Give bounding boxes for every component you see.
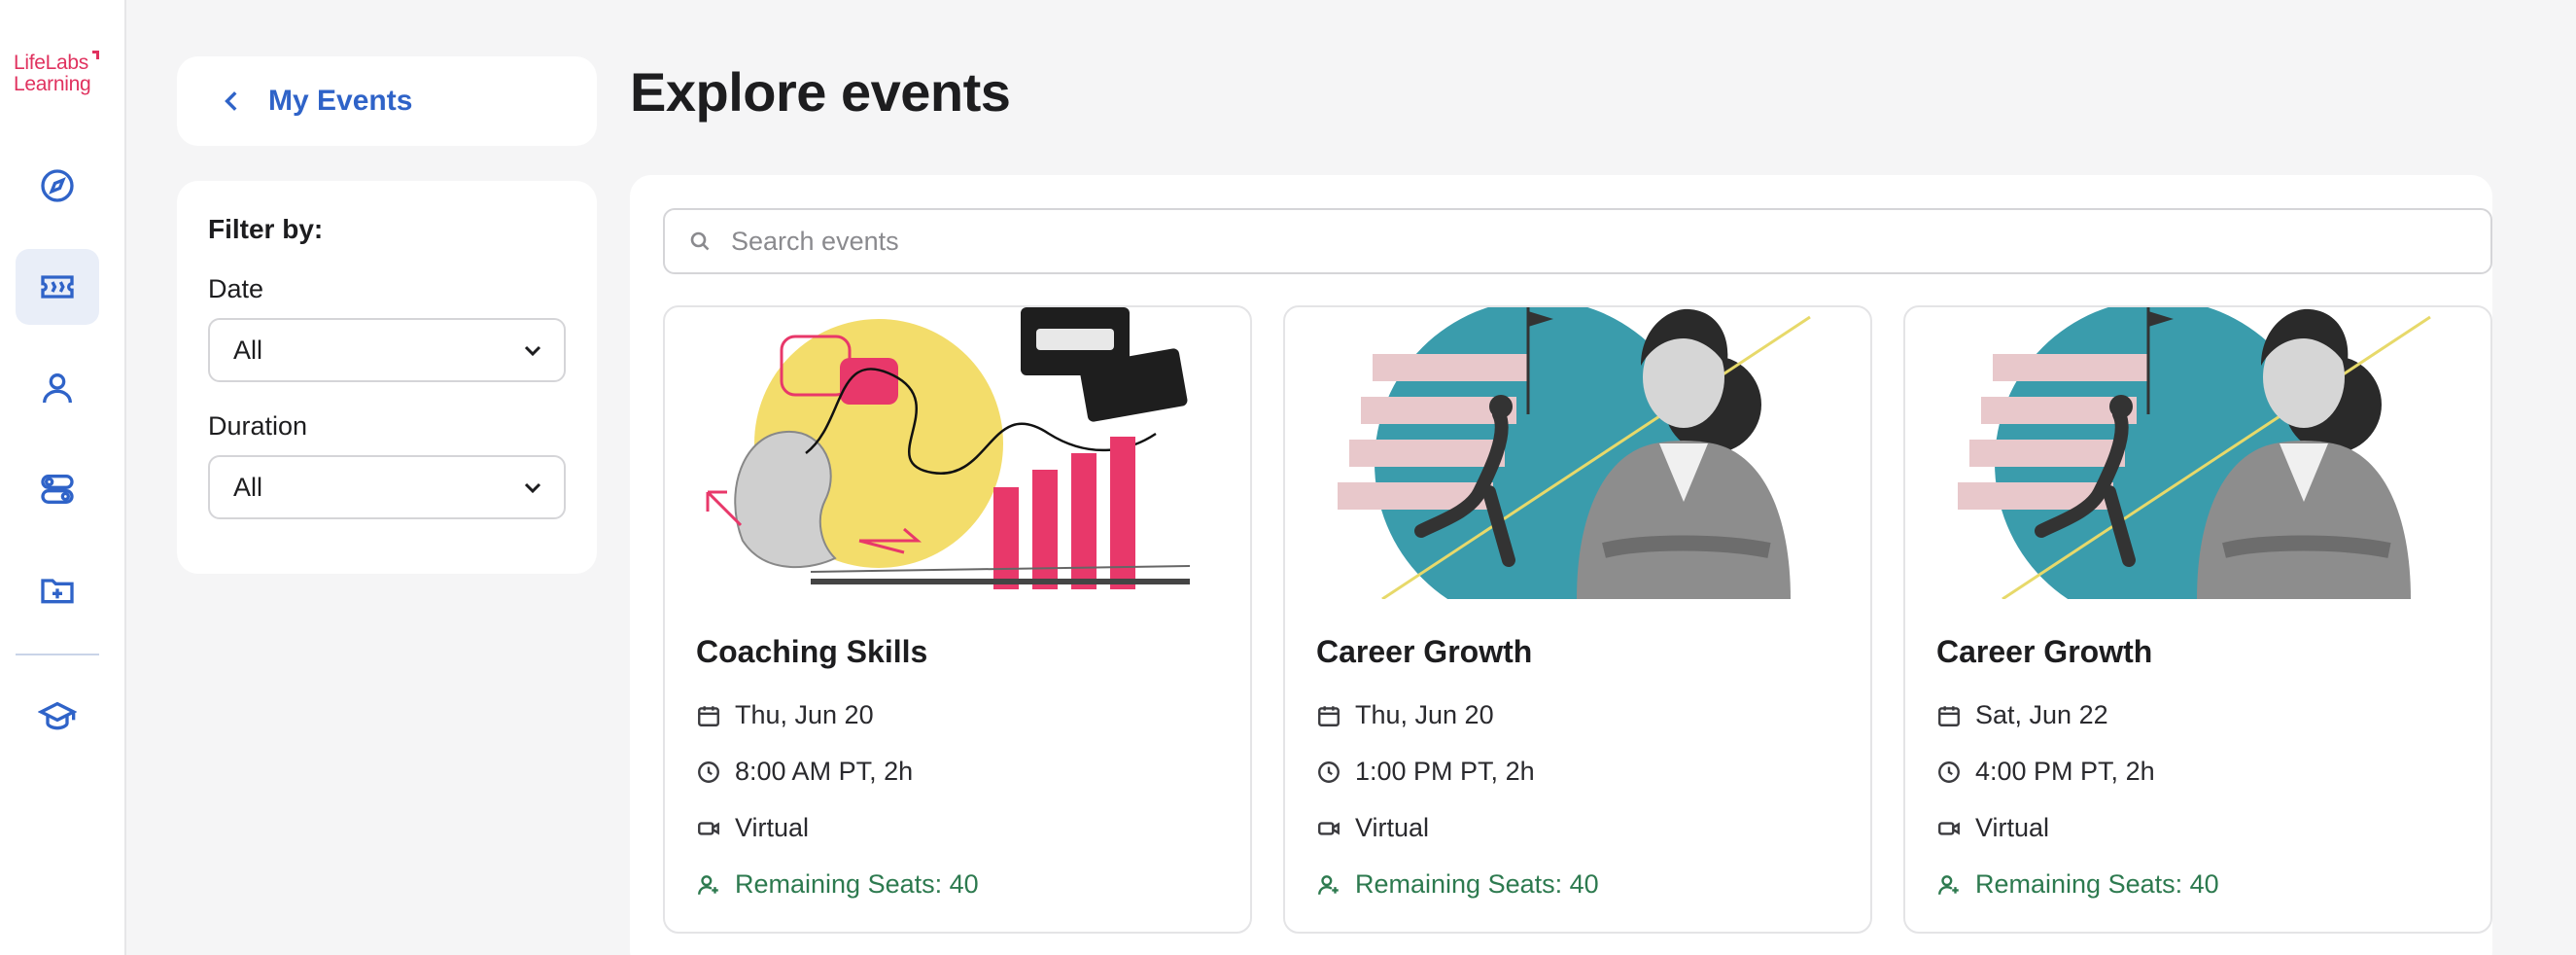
rail-settings-button[interactable]	[16, 451, 99, 527]
ticket-icon	[41, 275, 74, 299]
back-link-label: My Events	[268, 85, 413, 117]
event-card[interactable]: Coaching Skills Thu, Jun 20 8:00 AM PT, …	[663, 305, 1252, 934]
clock-icon	[1938, 760, 1960, 783]
event-date: Sat, Jun 22	[1936, 700, 2108, 730]
filter-title: Filter by:	[208, 214, 324, 244]
event-date: Thu, Jun 20	[696, 700, 874, 730]
rail-events-button[interactable]	[16, 249, 99, 325]
search-icon	[690, 231, 710, 251]
user-plus-icon	[1938, 874, 1959, 895]
chevron-down-icon	[524, 482, 541, 494]
event-card[interactable]: Career Growth Sat, Jun 22 4:00 PM PT, 2h…	[1903, 305, 2492, 934]
video-camera-icon	[1318, 821, 1340, 835]
compass-icon	[41, 169, 74, 202]
video-camera-icon	[1938, 821, 1960, 835]
event-title: Career Growth	[1316, 634, 1533, 669]
event-seats: Remaining Seats: 40	[1936, 869, 2219, 900]
event-image-career-growth	[1905, 307, 2490, 599]
event-format: Virtual	[1936, 813, 2049, 843]
duration-filter-label: Duration	[208, 411, 308, 441]
event-title: Coaching Skills	[696, 634, 928, 669]
event-time-text: 8:00 AM PT, 2h	[735, 757, 914, 786]
clock-icon	[698, 760, 719, 783]
event-date-text: Thu, Jun 20	[1355, 700, 1494, 729]
event-format-text: Virtual	[735, 813, 810, 842]
folder-plus-icon	[41, 579, 74, 604]
event-seats-text: Remaining Seats: 40	[1975, 869, 2219, 899]
video-camera-icon	[698, 821, 719, 835]
event-format-text: Virtual	[1975, 813, 2050, 842]
event-date-text: Sat, Jun 22	[1975, 700, 2108, 729]
chevron-left-icon	[225, 91, 237, 111]
clock-icon	[1318, 760, 1340, 783]
event-card[interactable]: Career Growth Thu, Jun 20 1:00 PM PT, 2h…	[1283, 305, 1872, 934]
rail-content-button[interactable]	[16, 552, 99, 628]
page-title: Explore events	[630, 61, 1011, 123]
event-time: 4:00 PM PT, 2h	[1936, 757, 2155, 787]
event-format: Virtual	[1316, 813, 1429, 843]
user-plus-icon	[698, 874, 718, 895]
my-events-back-link[interactable]: My Events	[177, 56, 597, 146]
event-seats-text: Remaining Seats: 40	[1355, 869, 1599, 899]
rail-explore-button[interactable]	[16, 148, 99, 224]
logo-line-2: Learning	[14, 73, 91, 95]
event-format: Virtual	[696, 813, 809, 843]
rail-profile-button[interactable]	[16, 350, 99, 426]
event-time-text: 1:00 PM PT, 2h	[1355, 757, 1535, 786]
date-filter-label: Date	[208, 274, 264, 303]
event-time: 8:00 AM PT, 2h	[696, 757, 913, 787]
event-time: 1:00 PM PT, 2h	[1316, 757, 1535, 787]
date-filter-select[interactable]: All	[208, 318, 566, 382]
event-image-career-growth	[1285, 307, 1870, 599]
toggles-icon	[41, 475, 74, 504]
logo-tick-icon	[92, 51, 99, 59]
lifelabs-logo[interactable]: LifeLabs Learning	[14, 51, 111, 95]
graduation-cap-icon	[38, 701, 77, 730]
search-input[interactable]	[731, 226, 2384, 257]
event-title: Career Growth	[1936, 634, 2153, 669]
rail-divider	[16, 654, 99, 655]
event-date-text: Thu, Jun 20	[735, 700, 874, 729]
event-format-text: Virtual	[1355, 813, 1430, 842]
event-seats: Remaining Seats: 40	[1316, 869, 1599, 900]
calendar-icon	[1938, 705, 1960, 726]
events-panel: Coaching Skills Thu, Jun 20 8:00 AM PT, …	[630, 175, 2492, 955]
event-date: Thu, Jun 20	[1316, 700, 1494, 730]
filter-panel: Filter by: Date All Duration All	[177, 181, 597, 574]
duration-filter-select[interactable]: All	[208, 455, 566, 519]
search-box[interactable]	[663, 208, 2492, 274]
event-seats-text: Remaining Seats: 40	[735, 869, 979, 899]
rail-learning-button[interactable]	[16, 679, 99, 755]
date-filter-value: All	[233, 335, 263, 365]
side-rail: LifeLabs Learning	[0, 0, 126, 955]
event-seats: Remaining Seats: 40	[696, 869, 979, 900]
event-time-text: 4:00 PM PT, 2h	[1975, 757, 2155, 786]
user-plus-icon	[1318, 874, 1339, 895]
calendar-icon	[1318, 705, 1340, 726]
user-icon	[43, 373, 72, 404]
calendar-icon	[698, 705, 719, 726]
chevron-down-icon	[524, 345, 541, 357]
event-image-coaching	[665, 307, 1250, 599]
duration-filter-value: All	[233, 472, 263, 502]
